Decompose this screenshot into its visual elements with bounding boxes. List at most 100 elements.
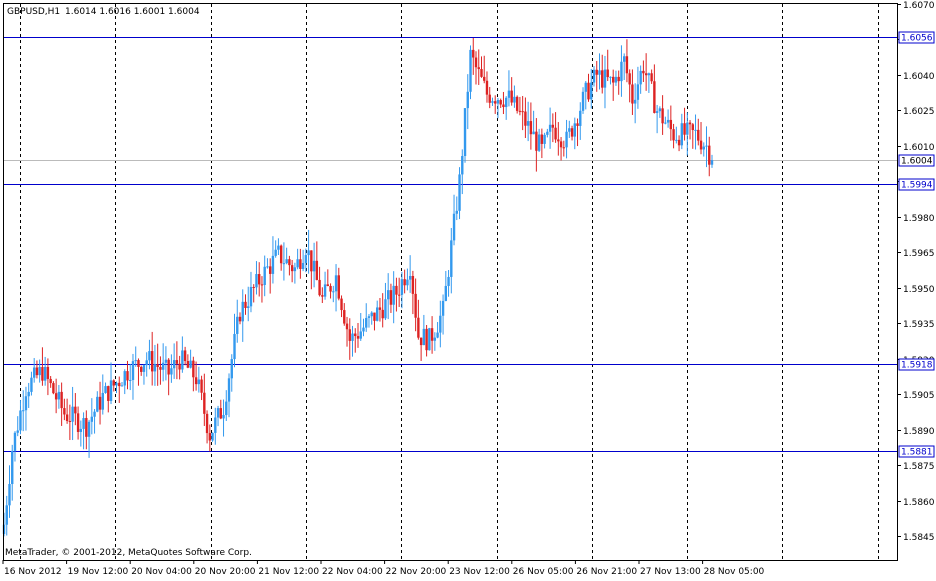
candle-body [244, 301, 247, 308]
candle-body [617, 76, 620, 82]
y-tick-label: 1.6040 [903, 72, 935, 82]
candle-body [164, 359, 168, 363]
candle-body [288, 259, 291, 266]
candle-body [590, 82, 593, 100]
candle-body [326, 284, 330, 286]
candle-body [337, 275, 340, 299]
candle-body [225, 401, 228, 416]
candle-body [669, 119, 673, 130]
candle-body [145, 360, 148, 366]
candle-body [524, 111, 527, 126]
candle-body [529, 121, 533, 135]
candle-body [266, 266, 269, 268]
x-tick-label: 19 Nov 12:00 [68, 567, 129, 577]
candle-body [622, 56, 626, 62]
candle-body [474, 57, 478, 68]
candle-body [183, 350, 187, 362]
candle-body [436, 332, 439, 338]
candle-body [290, 265, 294, 272]
candle-body [98, 396, 102, 410]
candle-body [515, 96, 519, 111]
candle-body [5, 505, 8, 525]
candle-body [323, 284, 327, 297]
candle-body [307, 250, 310, 256]
candle-body [513, 96, 516, 103]
candle-body [299, 259, 302, 269]
candle-body [680, 123, 684, 146]
y-tick-label: 1.5890 [903, 427, 935, 437]
candle-body [167, 359, 170, 375]
x-tick-label: 26 Nov 05:00 [513, 567, 574, 577]
candle-body [263, 266, 266, 285]
candle-body [592, 69, 596, 83]
candle-body [628, 73, 631, 85]
candle-body [494, 101, 497, 104]
candle-body [491, 101, 494, 103]
candle-body [41, 367, 44, 381]
candle-body [274, 249, 277, 256]
x-tick-label: 27 Nov 13:00 [640, 567, 701, 577]
candle-body [565, 131, 568, 148]
candle-body [249, 286, 253, 307]
candle-body [156, 364, 159, 367]
candle-body [579, 110, 582, 126]
candle-body [340, 298, 343, 311]
y-tick-label: 1.6010 [903, 143, 935, 153]
candle-body [642, 70, 645, 74]
y-tick-label: 1.5845 [903, 533, 935, 543]
candle-body [483, 76, 486, 81]
candle-body [625, 56, 629, 74]
candle-body [148, 351, 151, 361]
candle-body [650, 73, 653, 82]
candle-body [603, 69, 607, 88]
candle-body [63, 408, 66, 415]
candle-body [285, 259, 288, 264]
x-tick-label: 23 Nov 12:00 [449, 567, 510, 577]
x-tick-label: 26 Nov 21:00 [576, 567, 637, 577]
copyright-text: MetaTrader, © 2001-2012, MetaQuotes Soft… [5, 548, 252, 558]
x-tick-label: 20 Nov 04:00 [131, 567, 192, 577]
candle-body [310, 250, 313, 272]
price-tag-label: 1.5918 [901, 361, 933, 371]
candle-body [192, 360, 195, 378]
candle-body [205, 413, 209, 434]
candle-body [392, 285, 395, 305]
candle-body [461, 156, 464, 175]
candle-body [458, 174, 461, 211]
candle-body [318, 279, 321, 296]
price-chart[interactable]: 1.60701.60551.60401.60251.60101.59951.59… [0, 0, 936, 577]
candle-body [24, 396, 28, 411]
candle-body [518, 110, 522, 112]
candle-body [584, 82, 587, 92]
candle-body [408, 275, 412, 280]
candle-body [211, 432, 214, 441]
candle-body [535, 131, 538, 151]
candle-body [19, 410, 22, 431]
candle-body [334, 275, 338, 292]
candle-body [389, 290, 393, 305]
candle-body [647, 73, 651, 76]
candle-body [463, 108, 467, 157]
y-tick-label: 1.5950 [903, 285, 935, 295]
candle-body [315, 260, 319, 280]
candle-body [356, 336, 360, 339]
candle-body [238, 316, 242, 322]
candle-body [614, 76, 618, 83]
candle-body [194, 377, 198, 385]
candle-body [639, 70, 642, 85]
candle-body [620, 61, 623, 82]
candle-body [526, 121, 530, 126]
candle-body [546, 131, 549, 135]
candle-body [101, 392, 104, 410]
x-tick-label: 16 Nov 2012 [4, 567, 62, 577]
candle-body [403, 279, 406, 286]
candle-body [197, 379, 201, 385]
candle-body [252, 286, 255, 288]
candle-body [219, 408, 222, 419]
candle-body [521, 111, 524, 113]
candle-body [16, 430, 19, 433]
y-tick-label: 1.5980 [903, 214, 935, 224]
candle-body [422, 328, 426, 346]
x-tick-label: 28 Nov 05:00 [704, 567, 765, 577]
candle-body [312, 260, 316, 272]
